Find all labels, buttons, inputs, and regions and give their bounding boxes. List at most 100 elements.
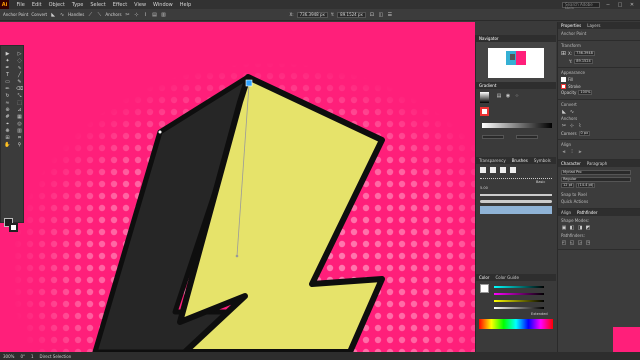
gradient-angle-field[interactable] bbox=[482, 135, 504, 139]
symbol-sprayer-tool-icon[interactable]: ❋ bbox=[2, 128, 13, 134]
stroke-swatch[interactable] bbox=[9, 223, 18, 232]
y-field[interactable]: 89.1524 px bbox=[337, 11, 366, 18]
magic-wand-tool-icon[interactable]: ✦ bbox=[2, 58, 13, 64]
selection-tool-icon[interactable]: ▶ bbox=[2, 51, 13, 57]
slice-tool-icon[interactable]: ⌗ bbox=[14, 135, 25, 141]
crop-icon[interactable]: ◳ bbox=[585, 240, 591, 246]
panel-menu-icon[interactable]: ☰ bbox=[387, 12, 393, 18]
rotation-value[interactable]: 0° bbox=[20, 354, 25, 359]
tab-properties[interactable]: Properties bbox=[561, 22, 581, 29]
gradient-slider[interactable] bbox=[482, 123, 552, 128]
yellow-slider[interactable] bbox=[494, 300, 544, 302]
ref-point-icon[interactable]: ⊞ bbox=[561, 50, 566, 57]
minimize-icon[interactable]: ─ bbox=[604, 2, 612, 8]
magenta-slider[interactable] bbox=[494, 293, 544, 295]
brush-dot-xl[interactable] bbox=[510, 167, 516, 173]
tab-character[interactable]: Character bbox=[561, 160, 581, 167]
transform-y-field[interactable]: 89.1524 bbox=[574, 58, 593, 64]
brush-dot-medium[interactable] bbox=[490, 167, 496, 173]
connect-anchor-icon[interactable]: ⊹ bbox=[134, 12, 140, 18]
zoom-level[interactable]: 300% bbox=[3, 354, 14, 359]
transform-icon[interactable]: ⊡ bbox=[369, 12, 375, 18]
stroke-color-swatch[interactable] bbox=[561, 83, 566, 89]
rotate-tool-icon[interactable]: ↻ bbox=[2, 93, 13, 99]
artboard-canvas[interactable] bbox=[0, 22, 475, 352]
convert-smooth-button-icon[interactable]: ∿ bbox=[569, 109, 575, 115]
align-icon[interactable]: ▤ bbox=[152, 12, 158, 18]
exclude-icon[interactable]: ◩ bbox=[585, 225, 591, 231]
close-icon[interactable]: ✕ bbox=[628, 2, 636, 8]
maximize-icon[interactable]: □ bbox=[616, 2, 624, 8]
font-size-field[interactable]: 12 pt bbox=[561, 183, 575, 188]
direct-selection-tool-icon[interactable]: ▷ bbox=[14, 51, 25, 57]
eyedropper-tool-icon[interactable]: ⌖ bbox=[2, 121, 13, 127]
shape-builder-tool-icon[interactable]: ⊕ bbox=[2, 107, 13, 113]
font-family-field[interactable]: Myriad Pro bbox=[561, 170, 631, 175]
leading-field[interactable]: (14.4 pt) bbox=[576, 183, 596, 188]
rectangle-tool-icon[interactable]: ▭ bbox=[2, 79, 13, 85]
tab-layers[interactable]: Layers bbox=[587, 22, 600, 29]
pen-tool-icon[interactable]: ✒ bbox=[2, 65, 13, 71]
tab-brushes[interactable]: Brushes bbox=[512, 157, 528, 164]
gradient-ratio-field[interactable] bbox=[516, 135, 538, 139]
menu-edit[interactable]: Edit bbox=[28, 2, 45, 8]
tab-color[interactable]: Color bbox=[479, 274, 489, 281]
freeform-gradient-icon[interactable]: ⁘ bbox=[514, 93, 520, 99]
intersect-icon[interactable]: ◨ bbox=[577, 225, 583, 231]
menu-object[interactable]: Object bbox=[45, 2, 68, 8]
linear-gradient-icon[interactable]: ▤ bbox=[496, 93, 502, 99]
curvature-tool-icon[interactable]: ∿ bbox=[14, 65, 25, 71]
convert-corner-button-icon[interactable]: ◣ bbox=[561, 109, 567, 115]
free-transform-tool-icon[interactable]: ⬚ bbox=[14, 100, 25, 106]
anchor-connect-icon[interactable]: ⊹ bbox=[569, 123, 575, 129]
menu-effect[interactable]: Effect bbox=[109, 2, 130, 8]
menu-type[interactable]: Type bbox=[68, 2, 86, 8]
gradient-swatch[interactable] bbox=[480, 92, 489, 103]
x-field[interactable]: 736.3948 px bbox=[296, 11, 328, 18]
gradient-tool-icon[interactable]: ▦ bbox=[14, 114, 25, 120]
navigator-tab[interactable]: Navigator bbox=[476, 35, 556, 42]
artboard-tool-icon[interactable]: ⊞ bbox=[2, 135, 13, 141]
menu-window[interactable]: Window bbox=[150, 2, 177, 8]
align-left-icon[interactable]: ⫷ bbox=[561, 149, 567, 155]
minus-front-icon[interactable]: ◧ bbox=[569, 225, 575, 231]
type-tool-icon[interactable]: T bbox=[2, 72, 13, 78]
scale-tool-icon[interactable]: ⤡ bbox=[14, 93, 25, 99]
unite-icon[interactable]: ▣ bbox=[561, 225, 567, 231]
mesh-tool-icon[interactable]: # bbox=[2, 114, 13, 120]
hide-handles-icon[interactable]: ⟋ bbox=[87, 12, 93, 18]
perspective-grid-tool-icon[interactable]: ⊿ bbox=[14, 107, 25, 113]
line-tool-icon[interactable]: ╱ bbox=[14, 72, 25, 78]
convert-smooth-icon[interactable]: ∿ bbox=[59, 12, 65, 18]
cyan-slider[interactable] bbox=[494, 286, 544, 288]
pencil-tool-icon[interactable]: ✏ bbox=[2, 86, 13, 92]
eraser-tool-icon[interactable]: ⌫ bbox=[14, 86, 25, 92]
remove-anchor-icon[interactable]: ✂ bbox=[125, 12, 131, 18]
tab-color-guide[interactable]: Color Guide bbox=[495, 274, 518, 281]
blend-tool-icon[interactable]: ◎ bbox=[14, 121, 25, 127]
search-input[interactable]: Search Adobe Help bbox=[562, 1, 600, 10]
artboard-number[interactable]: 1 bbox=[31, 354, 34, 359]
tab-paragraph[interactable]: Paragraph bbox=[587, 160, 608, 167]
hand-tool-icon[interactable]: ✋ bbox=[2, 142, 13, 148]
lasso-tool-icon[interactable]: ◌ bbox=[14, 58, 25, 64]
extended-label[interactable]: Extended bbox=[531, 312, 548, 316]
brush-stroke-2[interactable] bbox=[480, 200, 552, 203]
opacity-field[interactable]: 100% bbox=[578, 90, 593, 95]
merge-icon[interactable]: ◲ bbox=[577, 240, 583, 246]
trim-icon[interactable]: ◱ bbox=[569, 240, 575, 246]
brush-dot-small[interactable] bbox=[480, 167, 486, 173]
gradient-stroke-swatch[interactable] bbox=[480, 107, 489, 116]
color-fill-swatch[interactable] bbox=[480, 284, 489, 293]
anchor-remove-icon[interactable]: ✂ bbox=[561, 123, 567, 129]
convert-corner-icon[interactable]: ◣ bbox=[50, 12, 56, 18]
tab-align[interactable]: Align bbox=[561, 209, 571, 216]
tab-pathfinder[interactable]: Pathfinder bbox=[577, 209, 598, 216]
tab-symbols[interactable]: Symbols bbox=[534, 157, 551, 164]
zoom-tool-icon[interactable]: ⚲ bbox=[14, 142, 25, 148]
radial-gradient-icon[interactable]: ◉ bbox=[505, 93, 511, 99]
distribute-icon[interactable]: ▥ bbox=[161, 12, 167, 18]
font-style-field[interactable]: Regular bbox=[561, 176, 631, 182]
isolate-icon[interactable]: ◫ bbox=[378, 12, 384, 18]
warp-tool-icon[interactable]: ≈ bbox=[2, 100, 13, 106]
